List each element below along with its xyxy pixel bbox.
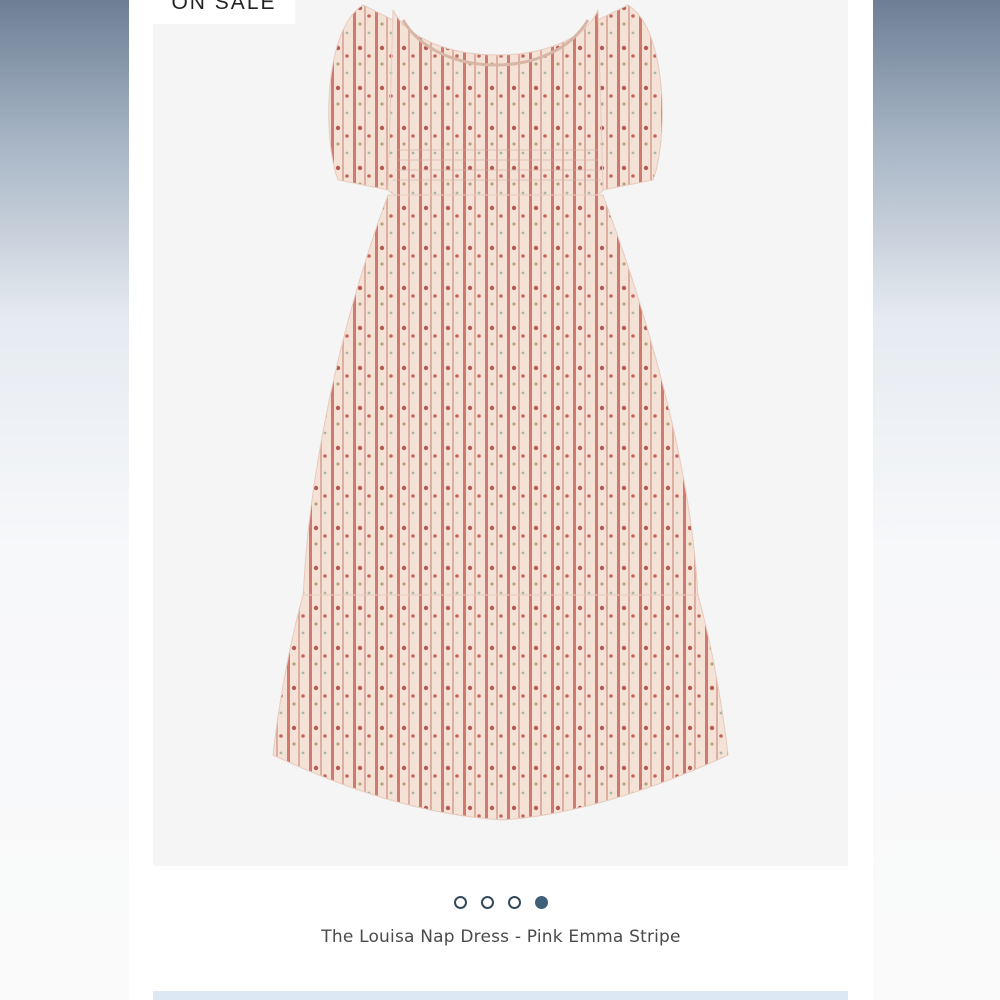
product-image[interactable]: ON SALE (153, 0, 848, 866)
dress-image (272, 4, 729, 821)
product-title[interactable]: The Louisa Nap Dress - Pink Emma Stripe (129, 927, 873, 947)
carousel-dots (129, 896, 873, 914)
next-section-strip (153, 991, 848, 1000)
page-background: ON SALE The Louisa Nap Dress - Pink Emma… (0, 0, 1000, 1000)
carousel-dot-1[interactable] (454, 896, 467, 909)
product-card: ON SALE The Louisa Nap Dress - Pink Emma… (129, 0, 873, 1000)
carousel-dot-4-active[interactable] (535, 896, 548, 909)
carousel-dot-2[interactable] (481, 896, 494, 909)
carousel-dot-3[interactable] (508, 896, 521, 909)
sale-badge: ON SALE (153, 0, 295, 24)
